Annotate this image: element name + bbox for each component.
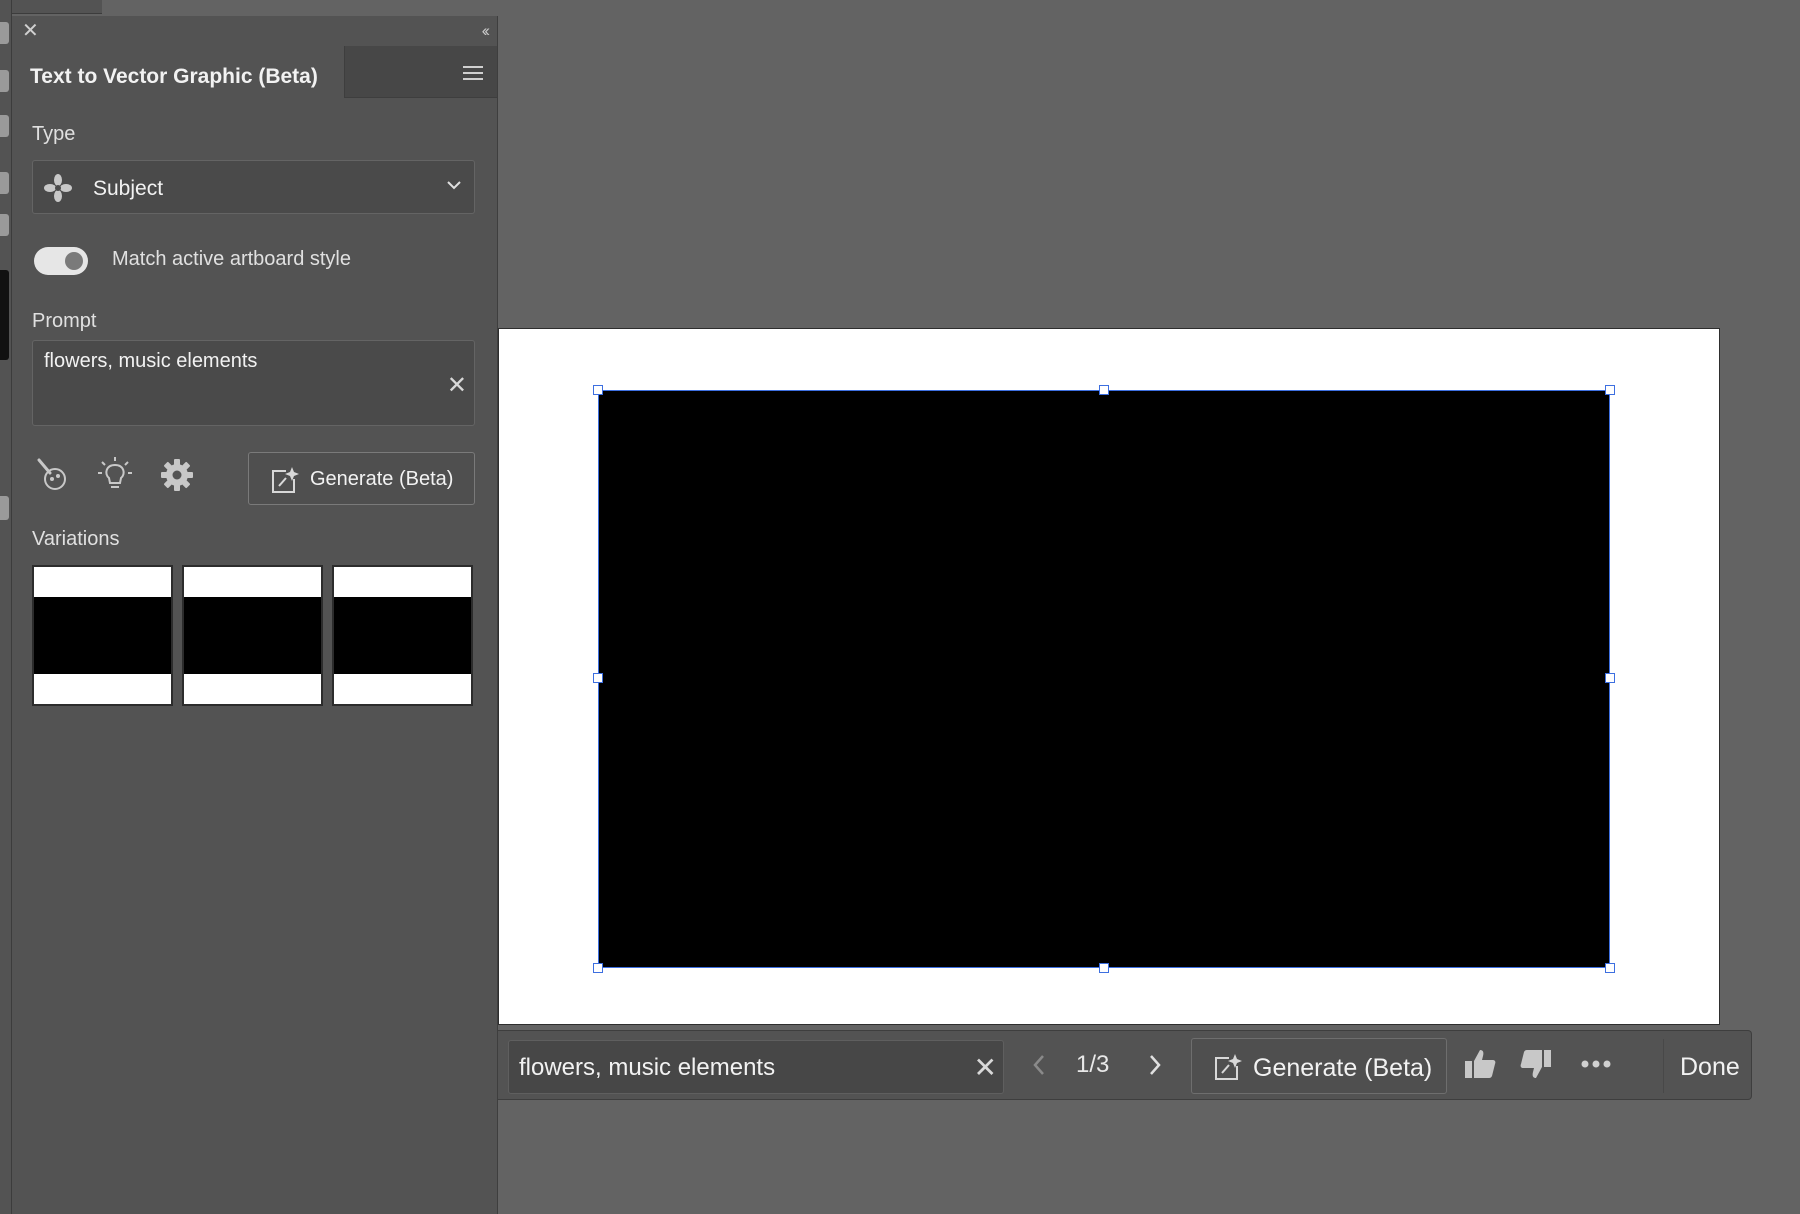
- thumbs-up-icon[interactable]: [1462, 1046, 1498, 1082]
- chevron-right-icon[interactable]: [1143, 1048, 1167, 1082]
- variation-thumbnail[interactable]: [182, 565, 323, 706]
- contextual-task-bar: flowers, music elements ✕ 1/3 Generate (…: [498, 1030, 1752, 1100]
- panel-header: ✕ ‹‹: [12, 16, 497, 46]
- type-select[interactable]: Subject: [32, 160, 475, 214]
- color-swatch[interactable]: [0, 270, 9, 360]
- type-select-value: Subject: [93, 177, 164, 200]
- resize-handle[interactable]: [1605, 385, 1615, 395]
- resize-handle[interactable]: [1605, 963, 1615, 973]
- resize-handle[interactable]: [1099, 385, 1109, 395]
- chevron-down-icon: [447, 181, 461, 190]
- text-to-vector-panel: ✕ ‹‹ Text to Vector Graphic (Beta) Type …: [12, 16, 498, 1214]
- style-picker-icon[interactable]: [34, 456, 72, 494]
- prompt-input[interactable]: flowers, music elements ✕: [32, 340, 475, 426]
- clear-icon[interactable]: ✕: [447, 371, 467, 400]
- panel-tab-row: Text to Vector Graphic (Beta): [12, 46, 497, 98]
- close-icon[interactable]: ✕: [22, 21, 39, 41]
- resize-handle[interactable]: [1605, 673, 1615, 683]
- generate-button[interactable]: Generate (Beta): [248, 452, 475, 505]
- contextual-prompt-value: flowers, music elements: [519, 1054, 776, 1081]
- prompt-label: Prompt: [32, 310, 97, 332]
- subject-icon: [44, 174, 72, 202]
- variation-thumbnail[interactable]: [332, 565, 473, 706]
- resize-handle[interactable]: [1099, 963, 1109, 973]
- variation-counter: 1/3: [1076, 1051, 1110, 1078]
- contextual-generate-label: Generate (Beta): [1253, 1054, 1433, 1082]
- match-style-toggle[interactable]: [34, 247, 88, 275]
- variation-thumbnail[interactable]: [32, 565, 173, 706]
- match-style-label: Match active artboard style: [112, 248, 351, 270]
- toolbar-tool[interactable]: [0, 22, 9, 44]
- resize-handle[interactable]: [593, 385, 603, 395]
- toolbar-tool[interactable]: [0, 70, 9, 92]
- done-button[interactable]: Done: [1663, 1039, 1751, 1093]
- resize-handle[interactable]: [593, 673, 603, 683]
- generate-sparkle-icon: [272, 467, 299, 493]
- variations-label: Variations: [32, 528, 120, 550]
- thumbs-down-icon[interactable]: [1518, 1046, 1554, 1082]
- prompt-input-value: flowers, music elements: [44, 350, 258, 372]
- chevron-left-icon[interactable]: [1027, 1048, 1051, 1082]
- document-tab-strip: [12, 0, 102, 14]
- lightbulb-icon[interactable]: [96, 456, 134, 494]
- panel-menu-icon[interactable]: [463, 66, 483, 81]
- collapse-icon[interactable]: ‹‹: [482, 21, 491, 41]
- type-label: Type: [32, 123, 76, 145]
- toolbar-tool[interactable]: [0, 115, 9, 137]
- contextual-generate-button[interactable]: Generate (Beta): [1191, 1038, 1447, 1094]
- toolbar-tool[interactable]: [0, 172, 9, 194]
- generate-button-label: Generate (Beta): [310, 468, 454, 490]
- resize-handle[interactable]: [593, 963, 603, 973]
- toolbar-tool[interactable]: [0, 496, 9, 520]
- clear-icon[interactable]: ✕: [974, 1051, 997, 1084]
- generate-sparkle-icon: [1215, 1054, 1242, 1080]
- generated-vector-object[interactable]: [598, 390, 1610, 968]
- toolbar-tool[interactable]: [0, 214, 9, 236]
- panel-tab-title[interactable]: Text to Vector Graphic (Beta): [12, 46, 345, 98]
- more-icon[interactable]: [1578, 1046, 1614, 1082]
- gear-icon[interactable]: [158, 456, 196, 494]
- tools-toolbar: [0, 0, 12, 1214]
- contextual-prompt-input[interactable]: flowers, music elements ✕: [508, 1040, 1004, 1094]
